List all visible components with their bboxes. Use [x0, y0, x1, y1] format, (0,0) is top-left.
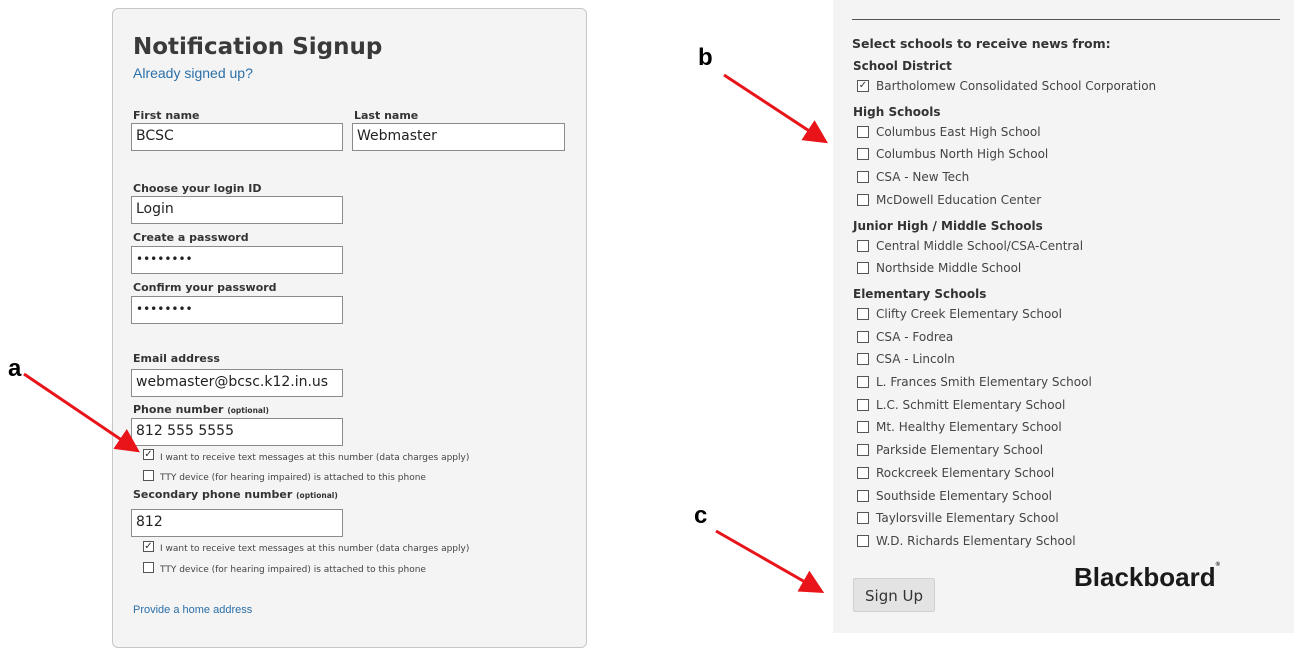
- annotation-arrows: [23, 73, 829, 593]
- arrow-b: [723, 73, 829, 144]
- arrow-c: [715, 529, 825, 593]
- arrow-a: [23, 372, 140, 453]
